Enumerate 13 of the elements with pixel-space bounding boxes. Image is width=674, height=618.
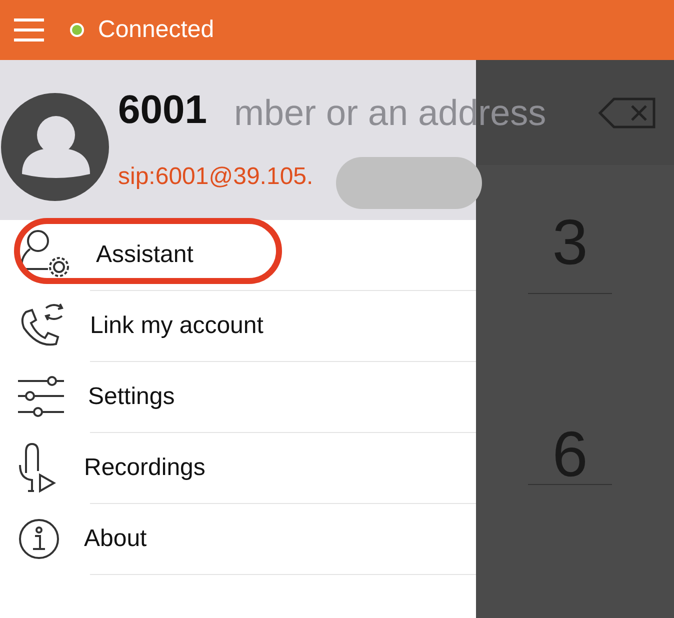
sliders-icon (18, 376, 64, 418)
menu-icon[interactable] (14, 18, 44, 42)
menu-item[interactable]: About (18, 504, 147, 574)
menu-item[interactable]: Assistant (18, 220, 194, 290)
account-name: 6001 (118, 88, 207, 133)
backspace-icon[interactable] (598, 96, 656, 128)
menu-item[interactable]: Recordings (18, 433, 206, 503)
account-address: sip:6001@39.105. (118, 163, 314, 191)
info-icon (18, 518, 60, 560)
menu-item[interactable]: Settings (18, 362, 175, 432)
microphone-play-icon (18, 443, 58, 493)
status-text: Connected (98, 16, 214, 44)
menu-item[interactable]: Link my account (18, 291, 264, 361)
